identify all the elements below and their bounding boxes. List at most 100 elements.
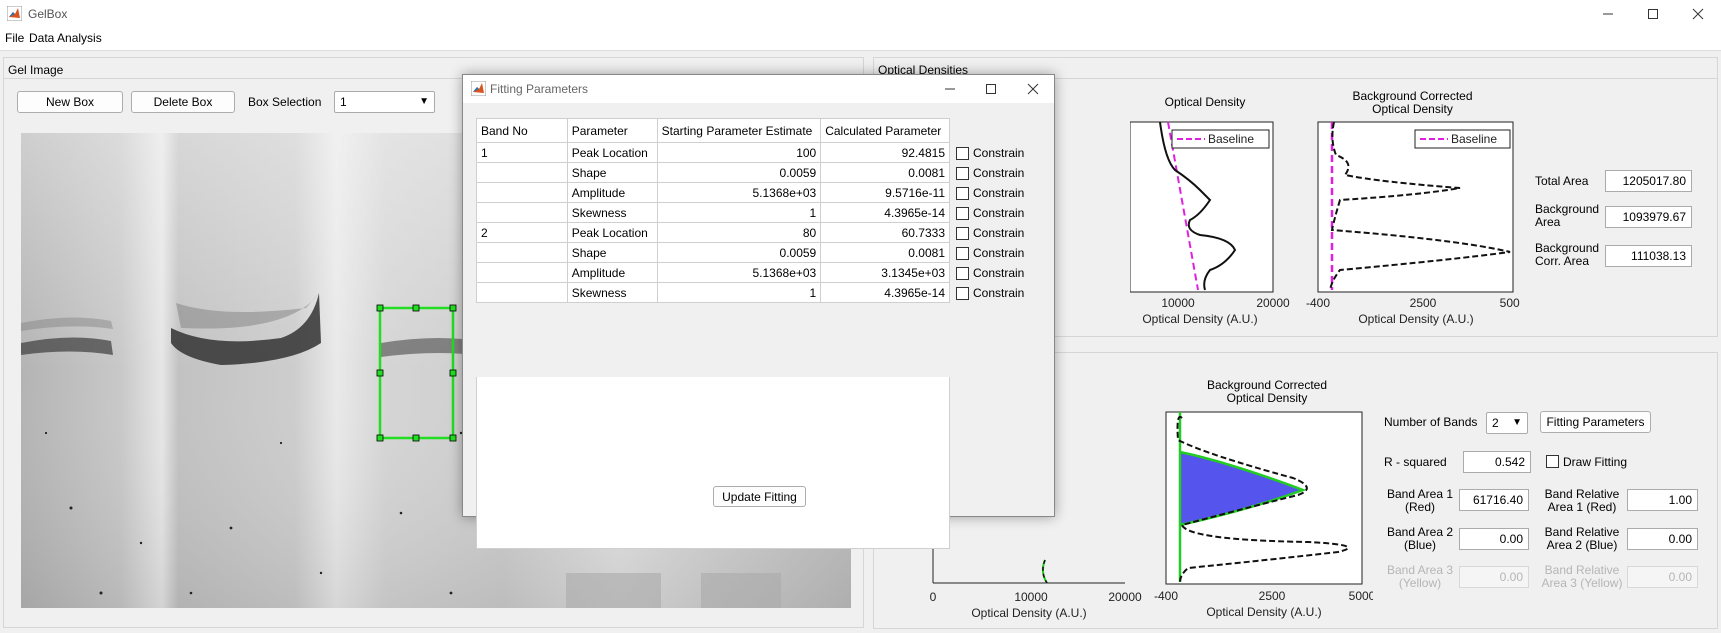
constrain-label: Constrain bbox=[973, 186, 1025, 200]
table-row: 1 Peak Location 100 92.4815 bbox=[476, 142, 950, 163]
gel-panel-title: Gel Image bbox=[8, 63, 64, 77]
checkbox-box[interactable] bbox=[956, 206, 969, 220]
close-icon bbox=[1692, 8, 1704, 20]
od-tick-2: 20000 bbox=[1256, 296, 1290, 310]
cell-start[interactable]: 100 bbox=[656, 142, 822, 163]
number-of-bands-dropdown[interactable]: 2 ▼ bbox=[1486, 412, 1528, 434]
background-area-field[interactable]: 1093979.67 bbox=[1605, 206, 1692, 228]
checkbox-box[interactable] bbox=[956, 226, 969, 240]
table-row: Shape 0.0059 0.0081 bbox=[476, 162, 950, 183]
band-area-3-field: 0.00 bbox=[1459, 566, 1529, 588]
r-squared-field[interactable]: 0.542 bbox=[1463, 451, 1531, 473]
constrain-label: Constrain bbox=[973, 206, 1025, 220]
checkbox-box[interactable] bbox=[956, 146, 969, 160]
cell-band: 2 bbox=[476, 222, 568, 243]
box-selection-dropdown[interactable]: 1 ▼ bbox=[334, 91, 435, 113]
cell-start[interactable]: 80 bbox=[656, 222, 822, 243]
col-starting-estimate: Starting Parameter Estimate bbox=[656, 118, 822, 143]
checkbox-box[interactable] bbox=[956, 286, 969, 300]
band-area-1-field[interactable]: 61716.40 bbox=[1459, 489, 1529, 511]
window-title: GelBox bbox=[28, 7, 68, 21]
table-header-row: Band No Parameter Starting Parameter Est… bbox=[476, 118, 950, 143]
checkbox-box[interactable] bbox=[956, 166, 969, 180]
bg-corr-area-field[interactable]: 111038.13 bbox=[1605, 245, 1692, 267]
cell-start[interactable]: 1 bbox=[656, 202, 822, 223]
draw-fitting-checkbox[interactable] bbox=[1546, 455, 1559, 468]
close-button[interactable] bbox=[1675, 0, 1721, 28]
fit-bg-tick-1: -400 bbox=[1154, 589, 1178, 603]
constrain-label: Constrain bbox=[973, 146, 1025, 160]
update-fitting-button[interactable]: Update Fitting bbox=[713, 486, 806, 507]
dialog-minimize-button[interactable] bbox=[927, 75, 973, 103]
rel-area-2-field[interactable]: 0.00 bbox=[1627, 528, 1698, 550]
bg-corr-area-label: Background Corr. Area bbox=[1535, 242, 1599, 268]
bg-xlabel: Optical Density (A.U.) bbox=[1358, 312, 1473, 326]
od-legend-label: Baseline bbox=[1208, 132, 1254, 146]
cell-parameter: Peak Location bbox=[566, 142, 658, 163]
dialog-close-button[interactable] bbox=[1010, 75, 1056, 103]
chevron-down-icon: ▼ bbox=[419, 96, 429, 107]
fit-od-tick-2: 10000 bbox=[1014, 590, 1048, 604]
od-tick-1: 10000 bbox=[1161, 296, 1195, 310]
constrain-checkbox-4[interactable]: Constrain bbox=[956, 203, 1024, 223]
constrain-label: Constrain bbox=[973, 226, 1025, 240]
constrain-checkbox-1[interactable]: Constrain bbox=[956, 143, 1024, 163]
band-area-2-label-2: (Blue) bbox=[1403, 538, 1436, 552]
constrain-label: Constrain bbox=[973, 266, 1025, 280]
band-area-2-field[interactable]: 0.00 bbox=[1459, 528, 1529, 550]
maximize-button[interactable] bbox=[1630, 0, 1676, 28]
constrain-label: Constrain bbox=[973, 246, 1025, 260]
cell-band bbox=[476, 282, 568, 303]
chevron-down-icon: ▼ bbox=[1512, 417, 1522, 428]
constrain-checkbox-2[interactable]: Constrain bbox=[956, 163, 1024, 183]
cell-calc: 9.5716e-11 bbox=[820, 182, 950, 203]
new-box-button[interactable]: New Box bbox=[17, 91, 123, 113]
delete-box-button[interactable]: Delete Box bbox=[131, 91, 235, 113]
cell-start[interactable]: 5.1368e+03 bbox=[656, 262, 822, 283]
rel-area-2-label: Band Relative Area 2 (Blue) bbox=[1537, 526, 1627, 552]
dialog-title: Fitting Parameters bbox=[490, 82, 589, 96]
checkbox-box[interactable] bbox=[956, 186, 969, 200]
fitting-parameters-button[interactable]: Fitting Parameters bbox=[1540, 411, 1651, 433]
cell-start[interactable]: 0.0059 bbox=[656, 242, 822, 263]
fit-bg-tick-2: 2500 bbox=[1259, 589, 1286, 603]
cell-calc: 4.3965e-14 bbox=[820, 202, 950, 223]
fit-od-tick-1: 0 bbox=[930, 590, 937, 604]
bg-legend-label: Baseline bbox=[1451, 132, 1497, 146]
constrain-checkbox-5[interactable]: Constrain bbox=[956, 223, 1024, 243]
constrain-checkbox-8[interactable]: Constrain bbox=[956, 283, 1024, 303]
cell-parameter: Amplitude bbox=[566, 262, 658, 283]
fit-od-plot: 0 10000 20000 Optical Density (A.U.) bbox=[930, 520, 1142, 620]
rel-area-3-field: 0.00 bbox=[1627, 566, 1698, 588]
cell-parameter: Peak Location bbox=[566, 222, 658, 243]
cell-start[interactable]: 1 bbox=[656, 282, 822, 303]
cell-start[interactable]: 0.0059 bbox=[656, 162, 822, 183]
checkbox-box[interactable] bbox=[956, 246, 969, 260]
cell-calc: 3.1345e+03 bbox=[820, 262, 950, 283]
band-area-1-label-2: (Red) bbox=[1404, 500, 1435, 514]
constrain-checkbox-3[interactable]: Constrain bbox=[956, 183, 1024, 203]
box-selection-label: Box Selection bbox=[248, 95, 322, 109]
od-plot-title: Optical Density bbox=[1164, 95, 1246, 109]
cell-calc: 4.3965e-14 bbox=[820, 282, 950, 303]
bg-plot-title-line2: Optical Density bbox=[1372, 102, 1453, 116]
constrain-checkbox-6[interactable]: Constrain bbox=[956, 243, 1024, 263]
cell-band bbox=[476, 202, 568, 223]
menu-file[interactable]: File bbox=[5, 31, 24, 45]
cell-band bbox=[476, 242, 568, 263]
box-selection-value: 1 bbox=[340, 95, 347, 109]
rel-area-1-field[interactable]: 1.00 bbox=[1627, 489, 1698, 511]
number-of-bands-value: 2 bbox=[1492, 416, 1499, 430]
col-band-no: Band No bbox=[476, 118, 568, 143]
cell-start[interactable]: 5.1368e+03 bbox=[656, 182, 822, 203]
dialog-maximize-button[interactable] bbox=[968, 75, 1014, 103]
matlab-logo-icon bbox=[7, 6, 22, 21]
total-area-field[interactable]: 1205017.80 bbox=[1605, 170, 1692, 192]
constrain-checkbox-7[interactable]: Constrain bbox=[956, 263, 1024, 283]
minimize-button[interactable] bbox=[1585, 0, 1631, 28]
cell-parameter: Shape bbox=[566, 242, 658, 263]
draw-fitting-label: Draw Fitting bbox=[1563, 455, 1628, 469]
checkbox-box[interactable] bbox=[956, 266, 969, 280]
fit-od-xlabel: Optical Density (A.U.) bbox=[971, 606, 1086, 620]
menu-data-analysis[interactable]: Data Analysis bbox=[29, 31, 102, 45]
